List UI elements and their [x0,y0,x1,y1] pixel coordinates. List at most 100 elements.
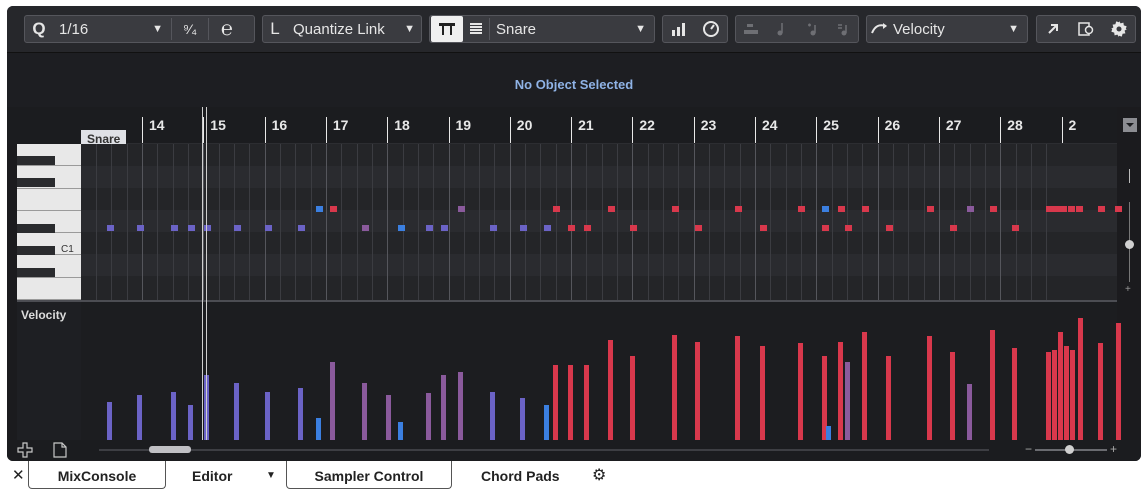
open-in-window-icon[interactable] [1037,16,1070,42]
midi-note[interactable] [553,206,560,212]
quantize-preset-icon[interactable]: ℮ [209,16,245,42]
black-key[interactable] [17,268,55,277]
add-lane-icon[interactable] [17,442,33,461]
velocity-bar[interactable] [838,342,843,440]
midi-note[interactable] [822,206,829,212]
insert-velocity-icon[interactable] [663,16,695,42]
velocity-bar[interactable] [107,402,112,440]
lane-menu-icon[interactable] [1123,118,1137,132]
midi-note[interactable] [137,225,144,231]
midi-note[interactable] [544,225,551,231]
midi-note[interactable] [330,206,337,212]
midi-note[interactable] [298,225,305,231]
velocity-bar[interactable] [1064,346,1069,440]
quantize-preset-select[interactable]: 1/16 ▼ [53,21,171,38]
velocity-bar[interactable] [735,336,740,440]
velocity-bar[interactable] [950,352,955,440]
velocity-bar[interactable] [927,336,932,440]
velocity-bar[interactable] [265,392,270,440]
midi-note[interactable] [1053,206,1060,212]
midi-note[interactable] [458,206,465,212]
midi-note[interactable] [1098,206,1105,212]
zoom-out-icon[interactable]: − [1025,442,1032,456]
midi-note[interactable] [672,206,679,212]
velocity-bar[interactable] [362,383,367,440]
black-key[interactable] [17,224,55,233]
midi-note[interactable] [927,206,934,212]
zoom-in-icon[interactable]: + [1125,284,1131,295]
midi-note[interactable] [362,225,369,231]
show-lane-icon[interactable] [431,16,463,42]
midi-note[interactable] [584,225,591,231]
black-key[interactable] [17,246,55,255]
velocity-bar[interactable] [298,388,303,440]
velocity-bar[interactable] [544,405,549,440]
controller-select[interactable]: Velocity ▼ [893,21,1027,38]
midi-note[interactable] [1012,225,1019,231]
velocity-lane[interactable] [81,300,1121,440]
settings-icon[interactable] [1102,16,1135,42]
velocity-bar[interactable] [1046,352,1051,440]
piano-keyboard[interactable]: C1 [17,144,81,300]
velocity-bar[interactable] [630,356,635,440]
length-quantize-select[interactable]: Quantize Link ▼ [287,21,421,38]
midi-note[interactable] [1046,206,1053,212]
midi-note[interactable] [608,206,615,212]
ruler[interactable]: 14 15 16 17 18 19 20 21 22 23 24 25 26 27 28 2 [81,107,1117,144]
velocity-bar[interactable] [695,342,700,440]
white-key[interactable] [17,189,81,211]
length-quantize-icon[interactable]: L [263,16,287,42]
midi-note[interactable] [886,225,893,231]
move-insert-icon[interactable] [767,16,798,42]
midi-note[interactable] [265,225,272,231]
white-key[interactable] [17,278,81,300]
pitch-input-icon[interactable] [797,16,828,42]
midi-note[interactable] [1060,206,1067,212]
midi-note[interactable] [838,206,845,212]
velocity-bar[interactable] [386,395,391,440]
midi-note[interactable] [398,225,405,231]
midi-note[interactable] [845,225,852,231]
velocity-bar[interactable] [171,392,176,440]
note-grid[interactable] [81,144,1122,300]
midi-note[interactable] [520,225,527,231]
velocity-bar[interactable] [398,422,403,440]
midi-note[interactable] [822,225,829,231]
velocity-bar[interactable] [1116,323,1121,440]
midi-note[interactable] [316,206,323,212]
velocity-bar[interactable] [330,362,335,440]
quantize-icon[interactable]: Q [25,16,53,42]
midi-note[interactable] [760,225,767,231]
lane-list-icon[interactable] [463,16,489,42]
velocity-bar[interactable] [798,343,803,440]
midi-note[interactable] [490,225,497,231]
velocity-bar[interactable] [568,365,573,440]
black-key[interactable] [17,156,55,165]
zoom-in-icon[interactable]: + [1110,442,1117,456]
velocity-bar[interactable] [584,365,589,440]
midi-note[interactable] [441,225,448,231]
export-icon[interactable] [1070,16,1103,42]
velocity-bar[interactable] [234,383,239,440]
midi-note[interactable] [862,206,869,212]
velocity-bar[interactable] [1012,348,1017,440]
close-icon[interactable]: ✕ [12,461,25,489]
velocity-bar[interactable] [188,405,193,440]
velocity-bar[interactable] [845,362,850,440]
midi-note[interactable] [1068,206,1075,212]
settings-icon[interactable]: ⚙ [592,461,606,489]
midi-note[interactable] [426,225,433,231]
velocity-bar[interactable] [862,332,867,440]
midi-note[interactable] [234,225,241,231]
midi-note[interactable] [967,206,974,212]
velocity-bar[interactable] [886,356,891,440]
tab-sampler-control[interactable]: Sampler Control [286,461,452,489]
chord-input-icon[interactable] [828,16,859,42]
midi-note[interactable] [188,225,195,231]
chevron-down-icon[interactable]: ▼ [266,461,276,489]
tempo-icon[interactable] [695,16,727,42]
velocity-bar[interactable] [553,365,558,440]
velocity-bar[interactable] [967,384,972,440]
horizontal-scrollbar-thumb[interactable] [149,446,191,453]
velocity-bar[interactable] [520,398,525,440]
